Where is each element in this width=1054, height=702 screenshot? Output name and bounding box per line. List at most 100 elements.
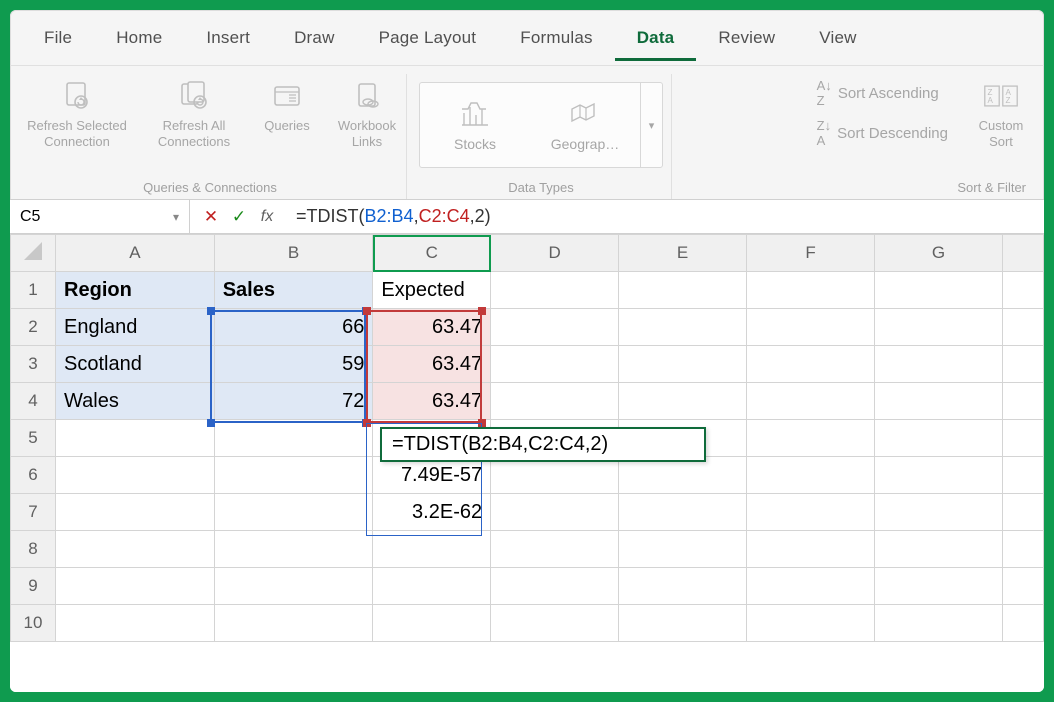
cell-D4[interactable] <box>491 383 619 420</box>
tab-home[interactable]: Home <box>94 14 184 61</box>
cell-D5[interactable] <box>491 420 619 457</box>
col-header-C[interactable]: C <box>373 235 491 272</box>
cell-B10[interactable] <box>214 605 373 642</box>
cell-E5[interactable] <box>619 420 747 457</box>
cell-D9[interactable] <box>491 568 619 605</box>
cell-F5[interactable] <box>747 420 875 457</box>
col-header-E[interactable]: E <box>619 235 747 272</box>
custom-sort-button[interactable]: ZAAZ Custom Sort <box>970 78 1032 151</box>
fx-button[interactable]: fx <box>256 208 278 226</box>
select-all-corner[interactable] <box>11 235 56 272</box>
cell-G6[interactable] <box>875 457 1003 494</box>
row-header-2[interactable]: 2 <box>11 309 56 346</box>
cell-C10[interactable] <box>373 605 491 642</box>
range-handle[interactable] <box>478 419 486 427</box>
sort-ascending-button[interactable]: A↓Z Sort Ascending <box>817 78 948 108</box>
cell-G4[interactable] <box>875 383 1003 420</box>
cell-H2[interactable] <box>1002 309 1043 346</box>
row-header-10[interactable]: 10 <box>11 605 56 642</box>
cell-A2[interactable]: England <box>56 309 215 346</box>
col-header-extra[interactable] <box>1002 235 1043 272</box>
refresh-all-connections-button[interactable]: Refresh All Connections <box>150 78 238 151</box>
cell-F7[interactable] <box>747 494 875 531</box>
stocks-datatype[interactable]: Stocks <box>420 83 530 167</box>
cell-A3[interactable]: Scotland <box>56 346 215 383</box>
col-header-B[interactable]: B <box>214 235 373 272</box>
spreadsheet-grid[interactable]: A B C D E F G 1 Region Sales Expected 2 … <box>10 234 1044 692</box>
cell-E3[interactable] <box>619 346 747 383</box>
cell-B9[interactable] <box>214 568 373 605</box>
cell-C4[interactable]: 63.47 <box>373 383 491 420</box>
row-header-7[interactable]: 7 <box>11 494 56 531</box>
cell-H6[interactable] <box>1002 457 1043 494</box>
cell-C5[interactable] <box>373 420 491 457</box>
geography-datatype[interactable]: Geograp… <box>530 83 640 167</box>
cell-C6[interactable]: 7.49E-57 <box>373 457 491 494</box>
cell-E7[interactable] <box>619 494 747 531</box>
accept-formula-button[interactable]: ✓ <box>228 207 250 227</box>
cell-H8[interactable] <box>1002 531 1043 568</box>
cell-E4[interactable] <box>619 383 747 420</box>
cell-C2[interactable]: 63.47 <box>373 309 491 346</box>
refresh-selected-connection-button[interactable]: Refresh Selected Connection <box>22 78 132 151</box>
cancel-formula-button[interactable]: ✕ <box>200 207 222 227</box>
cell-A7[interactable] <box>56 494 215 531</box>
name-box[interactable]: C5 ▾ <box>10 200 190 233</box>
cell-G9[interactable] <box>875 568 1003 605</box>
cell-H5[interactable] <box>1002 420 1043 457</box>
cell-E2[interactable] <box>619 309 747 346</box>
cell-D7[interactable] <box>491 494 619 531</box>
col-header-G[interactable]: G <box>875 235 1003 272</box>
cell-A1[interactable]: Region <box>56 272 215 309</box>
cell-G8[interactable] <box>875 531 1003 568</box>
cell-B4[interactable]: 72 <box>214 383 373 420</box>
cell-A10[interactable] <box>56 605 215 642</box>
cell-B7[interactable] <box>214 494 373 531</box>
cell-E10[interactable] <box>619 605 747 642</box>
cell-D8[interactable] <box>491 531 619 568</box>
row-header-3[interactable]: 3 <box>11 346 56 383</box>
cell-E6[interactable] <box>619 457 747 494</box>
cell-B3[interactable]: 59 <box>214 346 373 383</box>
row-header-8[interactable]: 8 <box>11 531 56 568</box>
cell-D1[interactable] <box>491 272 619 309</box>
cell-A9[interactable] <box>56 568 215 605</box>
cell-F4[interactable] <box>747 383 875 420</box>
col-header-F[interactable]: F <box>747 235 875 272</box>
cell-F3[interactable] <box>747 346 875 383</box>
cell-H9[interactable] <box>1002 568 1043 605</box>
cell-A4[interactable]: Wales <box>56 383 215 420</box>
row-header-4[interactable]: 4 <box>11 383 56 420</box>
cell-C8[interactable] <box>373 531 491 568</box>
formula-input[interactable]: =TDIST(B2:B4,C2:C4,2) <box>288 200 1044 233</box>
cell-H10[interactable] <box>1002 605 1043 642</box>
row-header-6[interactable]: 6 <box>11 457 56 494</box>
cell-B1[interactable]: Sales <box>214 272 373 309</box>
tab-data[interactable]: Data <box>615 14 697 61</box>
data-types-expand[interactable]: ▾ <box>640 83 662 167</box>
cell-D3[interactable] <box>491 346 619 383</box>
cell-H4[interactable] <box>1002 383 1043 420</box>
range-handle[interactable] <box>207 307 215 315</box>
cell-F9[interactable] <box>747 568 875 605</box>
cell-G3[interactable] <box>875 346 1003 383</box>
cell-G10[interactable] <box>875 605 1003 642</box>
name-box-dropdown-icon[interactable]: ▾ <box>173 210 179 224</box>
cell-E8[interactable] <box>619 531 747 568</box>
cell-D2[interactable] <box>491 309 619 346</box>
cell-B6[interactable] <box>214 457 373 494</box>
cell-F1[interactable] <box>747 272 875 309</box>
cell-F2[interactable] <box>747 309 875 346</box>
col-header-A[interactable]: A <box>56 235 215 272</box>
cell-G7[interactable] <box>875 494 1003 531</box>
cell-D6[interactable] <box>491 457 619 494</box>
queries-button[interactable]: Queries <box>256 78 318 134</box>
cell-E9[interactable] <box>619 568 747 605</box>
cell-H1[interactable] <box>1002 272 1043 309</box>
tab-review[interactable]: Review <box>696 14 797 61</box>
range-handle[interactable] <box>478 307 486 315</box>
workbook-links-button[interactable]: Workbook Links <box>336 78 398 151</box>
range-handle[interactable] <box>363 419 371 427</box>
tab-insert[interactable]: Insert <box>184 14 272 61</box>
cell-F6[interactable] <box>747 457 875 494</box>
